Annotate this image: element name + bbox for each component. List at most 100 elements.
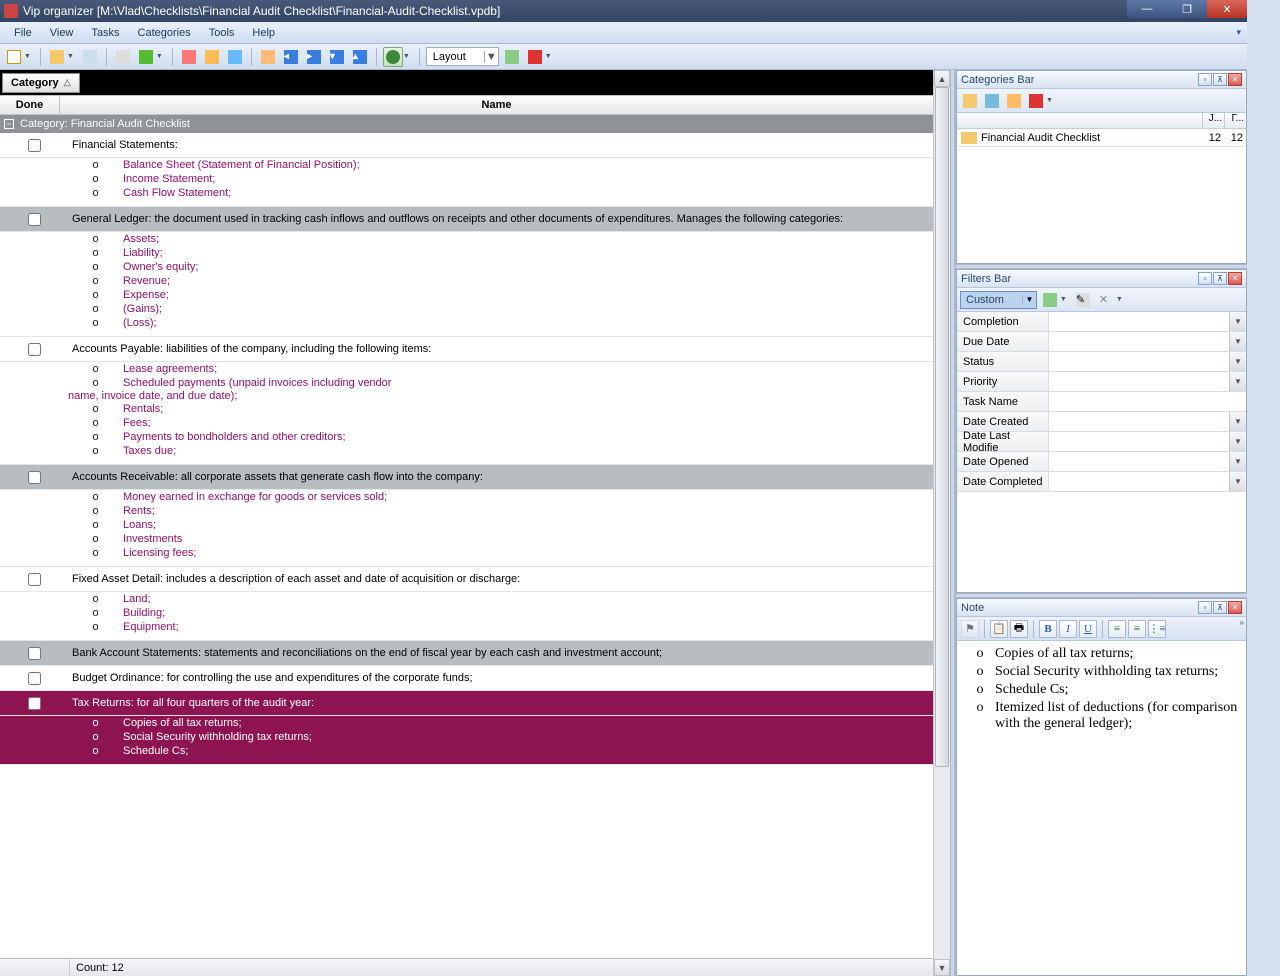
dropdown-icon[interactable]: ▼ (156, 53, 163, 60)
filter-input[interactable] (1049, 372, 1229, 391)
dropdown-icon[interactable]: ▼ (24, 53, 31, 60)
flag-button[interactable] (225, 47, 245, 67)
filter-input[interactable] (1049, 312, 1229, 331)
dropdown-icon[interactable]: ▼ (1116, 296, 1123, 303)
menu-categories[interactable]: Categories (130, 25, 199, 41)
clear-filter-button[interactable]: ✎ (1073, 290, 1093, 310)
new-task-button[interactable] (4, 47, 24, 67)
vertical-scrollbar[interactable]: ▲ ▼ (933, 70, 950, 976)
duplicate-button[interactable] (80, 47, 100, 67)
dropdown-icon[interactable]: ▼ (1229, 312, 1246, 331)
bullet-list-button[interactable]: ⋮≡ (1148, 620, 1166, 638)
flag-orange-button[interactable] (258, 47, 278, 67)
panel-restore-button[interactable]: ▫ (1198, 272, 1212, 285)
task-row[interactable]: Accounts Receivable: all corporate asset… (0, 465, 933, 490)
done-checkbox[interactable] (28, 471, 41, 484)
prev-button[interactable]: ◂ (281, 47, 301, 67)
collapse-icon[interactable]: − (4, 119, 14, 129)
done-checkbox[interactable] (28, 697, 41, 710)
dropdown-icon[interactable]: ▼ (1229, 412, 1246, 431)
task-row[interactable]: General Ledger: the document used in tra… (0, 207, 933, 232)
done-checkbox[interactable] (28, 573, 41, 586)
panel-close-button[interactable]: ✕ (1228, 73, 1242, 86)
col-j[interactable]: J... (1202, 113, 1224, 128)
task-row[interactable]: Tax Returns: for all four quarters of th… (0, 691, 933, 716)
filter-input[interactable] (1049, 332, 1229, 351)
panel-close-button[interactable]: ✕ (1228, 272, 1242, 285)
panel-pin-button[interactable]: ⊼ (1213, 73, 1227, 86)
task-row[interactable]: Accounts Payable: liabilities of the com… (0, 337, 933, 362)
task-row[interactable]: Fixed Asset Detail: includes a descripti… (0, 567, 933, 592)
align-left-button[interactable]: ≡ (1108, 620, 1126, 638)
align-center-button[interactable]: ≡ (1128, 620, 1146, 638)
refresh-button[interactable] (502, 47, 522, 67)
task-row[interactable]: Budget Ordinance: for controlling the us… (0, 666, 933, 691)
col-g[interactable]: Г... (1224, 113, 1246, 128)
delete-folder-button[interactable] (1027, 92, 1045, 110)
new-category-button[interactable] (47, 47, 67, 67)
apply-filter-button[interactable] (1040, 290, 1060, 310)
bold-button[interactable]: B (1039, 620, 1057, 638)
menu-view[interactable]: View (42, 25, 82, 41)
done-checkbox[interactable] (28, 672, 41, 685)
remove-filter-button[interactable]: ✕ (1096, 290, 1116, 310)
menu-tools[interactable]: Tools (201, 25, 243, 41)
maximize-button[interactable]: ❐ (1167, 0, 1207, 18)
filter-input[interactable] (1049, 472, 1229, 491)
panel-pin-button[interactable]: ⊼ (1213, 272, 1227, 285)
panel-restore-button[interactable]: ▫ (1198, 601, 1212, 614)
menu-tasks[interactable]: Tasks (83, 25, 127, 41)
dropdown-icon[interactable]: ▼ (403, 53, 410, 60)
dropdown-icon[interactable]: ▼ (1229, 432, 1246, 451)
layout-select[interactable]: Layout ▼ (426, 47, 499, 66)
note-flag-button[interactable]: ⚑ (961, 620, 979, 638)
menu-help[interactable]: Help (244, 25, 283, 41)
dropdown-icon[interactable]: ▼ (1229, 332, 1246, 351)
scroll-up-button[interactable]: ▲ (934, 70, 950, 87)
menu-file[interactable]: File (6, 25, 40, 41)
scroll-track[interactable] (934, 87, 950, 959)
menu-chevron-icon[interactable]: ▾ (1236, 27, 1241, 38)
done-checkbox[interactable] (28, 343, 41, 356)
dropdown-icon[interactable]: ▼ (545, 53, 552, 60)
done-checkbox[interactable] (28, 647, 41, 660)
task-row[interactable]: Financial Statements: (0, 133, 933, 158)
note-print-button[interactable]: 🖶 (1010, 620, 1028, 638)
underline-button[interactable]: U (1079, 620, 1097, 638)
filter-input[interactable] (1049, 392, 1246, 411)
panel-close-button[interactable]: ✕ (1228, 601, 1242, 614)
print-button[interactable] (113, 47, 133, 67)
export-button[interactable] (136, 47, 156, 67)
filter-input[interactable] (1049, 452, 1229, 471)
panel-pin-button[interactable]: ⊼ (1213, 601, 1227, 614)
edit-button[interactable] (202, 47, 222, 67)
dropdown-icon[interactable]: ▼ (1229, 472, 1246, 491)
pin-button[interactable] (179, 47, 199, 67)
group-column-button[interactable]: Category △ (2, 73, 80, 93)
dropdown-icon[interactable]: ▼ (1022, 295, 1036, 304)
category-row[interactable]: Financial Audit Checklist 12 12 (957, 129, 1246, 147)
done-checkbox[interactable] (28, 213, 41, 226)
filter-preset-select[interactable]: Custom ▼ (960, 291, 1037, 309)
filter-input[interactable] (1049, 412, 1229, 431)
more-icon[interactable]: » (1240, 618, 1244, 627)
filter-input[interactable] (1049, 352, 1229, 371)
group-panel[interactable]: Category △ (0, 70, 933, 95)
dropdown-icon[interactable]: ▼ (67, 53, 74, 60)
column-name[interactable]: Name (60, 96, 933, 114)
dropdown-icon[interactable]: ▼ (1229, 452, 1246, 471)
dropdown-icon[interactable]: ▼ (484, 51, 498, 63)
close-button[interactable]: ✕ (1207, 0, 1247, 18)
task-row[interactable]: Bank Account Statements: statements and … (0, 641, 933, 666)
italic-button[interactable]: I (1059, 620, 1077, 638)
note-paste-button[interactable]: 📋 (990, 620, 1008, 638)
done-checkbox[interactable] (28, 139, 41, 152)
delete-button[interactable] (525, 47, 545, 67)
column-done[interactable]: Done (0, 96, 60, 114)
scroll-thumb[interactable] (935, 87, 949, 767)
dropdown-icon[interactable]: ▼ (1229, 372, 1246, 391)
dropdown-icon[interactable]: ▼ (1046, 97, 1053, 104)
scroll-down-button[interactable]: ▼ (934, 959, 950, 976)
edit-folder-button[interactable] (983, 92, 1001, 110)
group-row[interactable]: − Category: Financial Audit Checklist (0, 115, 933, 133)
